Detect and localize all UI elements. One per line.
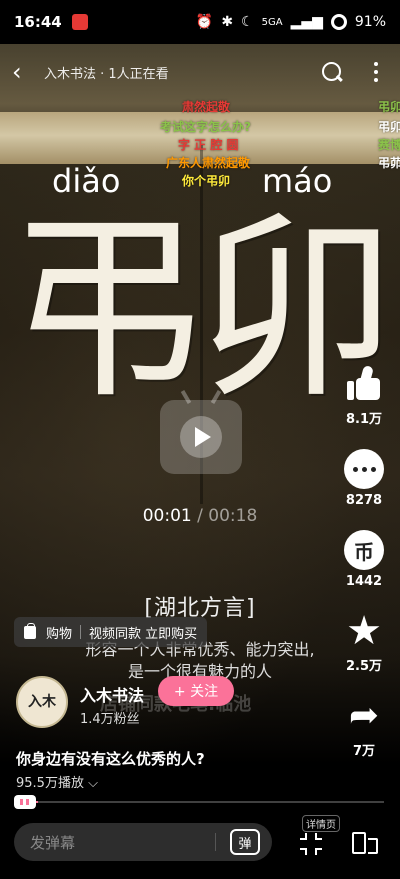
- danmaku-input[interactable]: 发弹幕 弹: [14, 823, 272, 861]
- star-icon: ★: [346, 608, 382, 654]
- danmaku-comment: 弔茆: [378, 156, 400, 170]
- progress-bar[interactable]: [16, 801, 384, 803]
- chevron-down-icon: ⌵: [88, 776, 98, 791]
- battery-level: 91%: [354, 14, 386, 30]
- follow-button[interactable]: + 关注: [158, 676, 234, 706]
- coin-icon: 币: [344, 530, 384, 570]
- shopping-chip[interactable]: 购物 视频同款 立即购买: [14, 617, 208, 647]
- comment-icon: [344, 449, 384, 489]
- danmaku-toggle-icon[interactable]: 弹: [230, 829, 260, 855]
- thumbs-up-icon: [344, 364, 384, 404]
- time-separator: /: [197, 506, 203, 526]
- share-button[interactable]: ➦ 7万: [344, 695, 384, 760]
- like-button[interactable]: 8.1万: [344, 364, 384, 427]
- action-column: 8.1万 8278 币 1442 ★ 2.5万 ➦ 7万: [340, 364, 388, 781]
- time-current: 00:01: [142, 506, 192, 526]
- detail-page-label[interactable]: 详情页: [302, 815, 340, 832]
- play-count[interactable]: 95.5万播放 ⌵: [16, 772, 98, 791]
- danmaku-comment: 字 正 腔 圆: [178, 138, 239, 152]
- favorite-count: 2.5万: [345, 659, 383, 674]
- signal-icon: ▂▄▆: [290, 14, 323, 30]
- share-arrow-icon: ➦: [348, 695, 380, 736]
- network-label: 5GA: [261, 16, 283, 28]
- coin-button[interactable]: 币 1442: [344, 530, 384, 589]
- danmaku-comment: 弔卯: [378, 100, 400, 114]
- search-icon[interactable]: [316, 57, 346, 87]
- battery-icon: [330, 14, 347, 30]
- play-icon: [180, 416, 222, 458]
- play-count-text: 95.5万播放: [16, 776, 84, 791]
- progress-thumb[interactable]: [14, 795, 36, 809]
- status-time: 16:44: [14, 13, 62, 31]
- fan-count: 1.4万粉丝: [80, 712, 140, 727]
- moon-icon: ☾: [241, 14, 254, 30]
- fullscreen-icon[interactable]: [300, 833, 322, 855]
- calligraphy-char-left: 弔: [6, 193, 207, 426]
- shopping-promo: 视频同款 立即购买: [89, 626, 198, 642]
- danmaku-placeholder: 发弹幕: [30, 833, 76, 852]
- back-arrow-icon[interactable]: ‹: [12, 57, 42, 87]
- danmaku-comment: 弔卯: [378, 120, 400, 134]
- favorite-button[interactable]: ★ 2.5万: [344, 611, 384, 674]
- alarm-icon: ⏰: [195, 14, 214, 30]
- more-options-icon[interactable]: [364, 57, 388, 87]
- danmaku-comment: 考试这字怎么办?: [160, 120, 251, 134]
- danmaku-comment: 广东人肃然起敬: [166, 156, 251, 170]
- danmaku-comment: 肃然起敬: [182, 100, 231, 114]
- comment-button[interactable]: 8278: [344, 449, 384, 508]
- chip-divider: [80, 625, 82, 639]
- danmaku-divider: [215, 833, 216, 851]
- coin-count: 1442: [345, 574, 383, 589]
- status-bar: 16:44 ⏰ ✱ ☾ 5GA ▂▄▆ 91%: [0, 0, 400, 44]
- landscape-mode-icon[interactable]: [350, 830, 380, 856]
- share-count: 7万: [352, 744, 376, 759]
- author-avatar[interactable]: 入木: [16, 676, 68, 728]
- danmaku-comment: 赛博: [378, 138, 400, 152]
- top-nav: ‹ 入木书法 · 1人正在看: [0, 52, 400, 92]
- shopping-bag-icon: [24, 622, 36, 639]
- play-button[interactable]: [160, 400, 242, 474]
- author-name[interactable]: 入木书法: [80, 682, 144, 706]
- like-count: 8.1万: [345, 412, 383, 427]
- bluetooth-icon: ✱: [221, 14, 234, 30]
- shopping-label: 购物: [46, 626, 73, 642]
- live-viewers: 入木书法 · 1人正在看: [44, 66, 169, 82]
- comment-count: 8278: [345, 493, 383, 508]
- time-total: 00:18: [208, 506, 258, 526]
- status-indicators: ⏰ ✱ ☾ 5GA ▂▄▆ 91%: [196, 14, 386, 30]
- danmaku-comment: 你个弔卯: [182, 174, 231, 188]
- app-notification-icon: [71, 14, 88, 30]
- video-title: 你身边有没有这么优秀的人?: [16, 750, 205, 768]
